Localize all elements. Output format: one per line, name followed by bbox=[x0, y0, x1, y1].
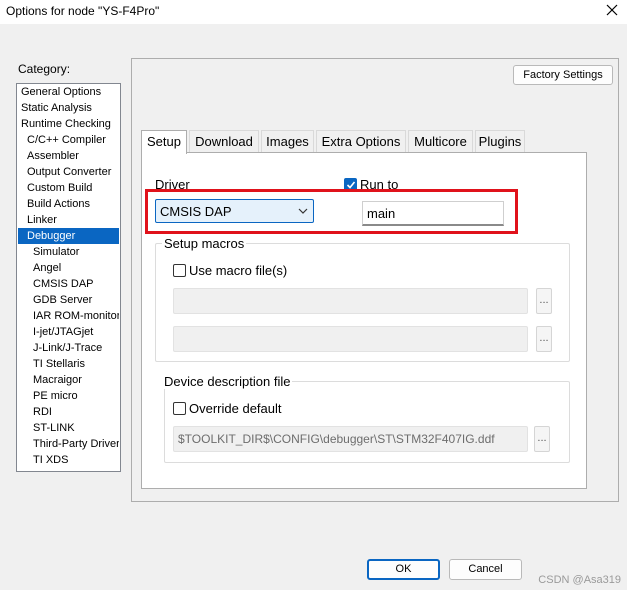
macro-file-field-1 bbox=[173, 288, 528, 314]
device-description-title: Device description file bbox=[162, 374, 293, 389]
use-macro-checkbox[interactable] bbox=[173, 264, 186, 277]
category-item-ti-xds[interactable]: TI XDS bbox=[18, 452, 119, 468]
tab-multicore[interactable]: Multicore bbox=[408, 130, 473, 153]
device-description-path: $TOOLKIT_DIR$\CONFIG\debugger\ST\STM32F4… bbox=[173, 426, 528, 452]
category-item-ijet-jtagjet[interactable]: I-jet/JTAGjet bbox=[18, 324, 119, 340]
macro-browse-button-2: ... bbox=[536, 326, 552, 352]
run-to-input[interactable]: main bbox=[362, 201, 504, 226]
watermark: CSDN @Asa319 bbox=[538, 574, 621, 586]
category-item-build-actions[interactable]: Build Actions bbox=[18, 196, 119, 212]
tab-setup[interactable]: Setup bbox=[141, 130, 187, 154]
category-item-st-link[interactable]: ST-LINK bbox=[18, 420, 119, 436]
macro-file-field-2 bbox=[173, 326, 528, 352]
category-item-macraigor[interactable]: Macraigor bbox=[18, 372, 119, 388]
category-item-cmsis-dap[interactable]: CMSIS DAP bbox=[18, 276, 119, 292]
run-to-label: Run to bbox=[360, 177, 399, 192]
close-icon[interactable] bbox=[605, 3, 619, 17]
category-item-third-party-driver[interactable]: Third-Party Driver bbox=[18, 436, 119, 452]
category-item-output-converter[interactable]: Output Converter bbox=[18, 164, 119, 180]
category-item-simulator[interactable]: Simulator bbox=[18, 244, 119, 260]
category-item-rdi[interactable]: RDI bbox=[18, 404, 119, 420]
use-macro-label: Use macro file(s) bbox=[189, 263, 288, 278]
category-label: Category: bbox=[18, 62, 71, 76]
driver-select-value: CMSIS DAP bbox=[160, 204, 232, 219]
tab-images[interactable]: Images bbox=[261, 130, 314, 153]
window-title: Options for node "YS-F4Pro" bbox=[6, 4, 160, 18]
category-item-iar-rom-monitor[interactable]: IAR ROM-monitor bbox=[18, 308, 119, 324]
category-item-linker[interactable]: Linker bbox=[18, 212, 119, 228]
category-item-cpp-compiler[interactable]: C/C++ Compiler bbox=[18, 132, 119, 148]
chevron-down-icon bbox=[298, 208, 308, 214]
driver-select[interactable]: CMSIS DAP bbox=[155, 199, 314, 223]
override-default-checkbox[interactable] bbox=[173, 402, 186, 415]
category-item-jlink-jtrace[interactable]: J-Link/J-Trace bbox=[18, 340, 119, 356]
category-item-general-options[interactable]: General Options bbox=[18, 84, 119, 100]
category-item-debugger[interactable]: Debugger bbox=[18, 228, 119, 244]
category-item-pe-micro[interactable]: PE micro bbox=[18, 388, 119, 404]
cancel-button[interactable]: Cancel bbox=[449, 559, 522, 580]
checkmark-icon bbox=[346, 181, 356, 189]
tab-plugins[interactable]: Plugins bbox=[475, 130, 525, 153]
category-item-angel[interactable]: Angel bbox=[18, 260, 119, 276]
tab-download[interactable]: Download bbox=[189, 130, 259, 153]
override-default-label: Override default bbox=[189, 401, 282, 416]
ok-button[interactable]: OK bbox=[367, 559, 440, 580]
factory-settings-button[interactable]: Factory Settings bbox=[513, 65, 613, 85]
setup-macros-title: Setup macros bbox=[162, 236, 247, 251]
tab-extra-options[interactable]: Extra Options bbox=[316, 130, 406, 153]
category-item-gdb-server[interactable]: GDB Server bbox=[18, 292, 119, 308]
device-description-browse-button: ... bbox=[534, 426, 550, 452]
category-item-assembler[interactable]: Assembler bbox=[18, 148, 119, 164]
run-to-value: main bbox=[367, 206, 396, 221]
category-item-ti-stellaris[interactable]: TI Stellaris bbox=[18, 356, 119, 372]
category-item-static-analysis[interactable]: Static Analysis bbox=[18, 100, 119, 116]
driver-label: Driver bbox=[155, 177, 190, 192]
category-item-custom-build[interactable]: Custom Build bbox=[18, 180, 119, 196]
category-item-runtime-checking[interactable]: Runtime Checking bbox=[18, 116, 119, 132]
category-list[interactable]: General Options Static Analysis Runtime … bbox=[16, 83, 121, 472]
macro-browse-button-1: ... bbox=[536, 288, 552, 314]
run-to-checkbox[interactable] bbox=[344, 178, 357, 191]
title-bar: Options for node "YS-F4Pro" bbox=[0, 0, 627, 24]
